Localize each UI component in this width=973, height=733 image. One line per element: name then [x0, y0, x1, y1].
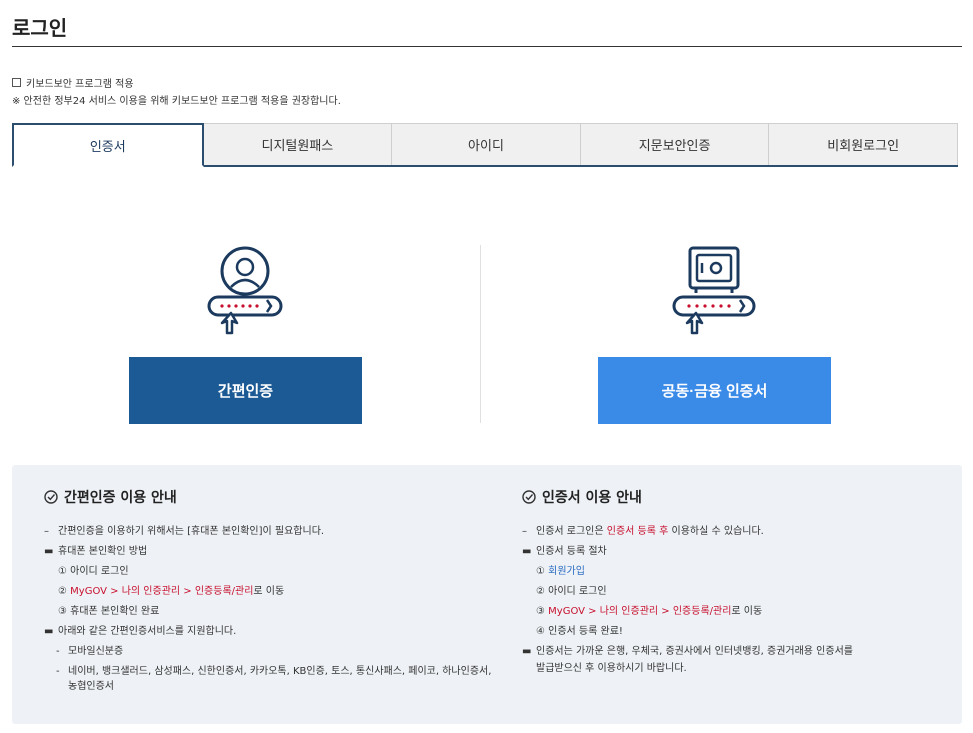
signup-link[interactable]: 회원가입 [548, 566, 585, 577]
guide-cert-line1: – 인증서 로그인은 인증서 등록 후 이용하실 수 있습니다. [522, 526, 764, 537]
guide-cert-line3: ▬ 인증서는 가까운 은행, 우체국, 증권사에서 인터넷뱅킹, 증권거래용 인증… [522, 646, 853, 657]
guide-simple-line3: ▬ 아래와 같은 간편인증서비스를 지원합니다. [44, 626, 237, 637]
mygov-cert-link[interactable]: MyGOV > 나의 인증관리 > 인증등록/관리 [70, 586, 253, 597]
guide-panel: 간편인증 이용 안내 – 간편인증을 이용하기 위해서는 [휴대폰 본인확인]이 … [12, 465, 962, 724]
keyboard-security-notice: ※ 안전한 정부24 서비스 이용을 위해 키보드보안 프로그램 적용을 권장합… [12, 96, 341, 107]
guide-simple-step2: ② MyGOV > 나의 인증관리 > 인증등록/관리로 이동 [58, 586, 285, 597]
keyboard-security-label: 키보드보안 프로그램 적용 [26, 79, 134, 90]
title-divider [12, 46, 962, 47]
guide-simple-line1: – 간편인증을 이용하기 위해서는 [휴대폰 본인확인]이 필요합니다. [44, 526, 325, 537]
guide-simple-sub1: - 모바일신분증 [56, 646, 124, 657]
simple-auth-person-icon [207, 246, 283, 335]
guide-cert: 인증서 이용 안내 – 인증서 로그인은 인증서 등록 후 이용하실 수 있습니다… [522, 487, 952, 682]
guide-cert-line3-cont: 발급받으신 후 이용하시기 바랍니다. [536, 663, 687, 674]
guide-simple-step1: ① 아이디 로그인 [58, 566, 129, 577]
guide-cert-heading: 인증서 이용 안내 [522, 487, 952, 507]
tab-certificate[interactable]: 인증서 [12, 123, 204, 167]
guide-cert-step2: ② 아이디 로그인 [536, 586, 607, 597]
guide-simple-title: 간편인증 이용 안내 [64, 490, 177, 506]
guide-simple-heading: 간편인증 이용 안내 [44, 487, 504, 507]
guide-cert-step1: ① 회원가입 [536, 566, 585, 577]
guide-cert-step3: ③ MyGOV > 나의 인증관리 > 인증등록/관리로 이동 [536, 606, 763, 617]
tab-non-member[interactable]: 비회원로그인 [768, 123, 958, 165]
guide-simple-line2: ▬ 휴대폰 본인확인 방법 [44, 546, 148, 557]
guide-cert-title: 인증서 이용 안내 [542, 490, 642, 506]
check-circle-icon [522, 490, 536, 504]
certificate-safe-icon [672, 246, 756, 335]
guide-simple-sub2: - 네이버, 뱅크샐러드, 삼성패스, 신한인증서, 카카오톡, KB인증, 토스… [56, 666, 492, 677]
page-title: 로그인 [12, 16, 68, 40]
guide-simple-sub2-cont: 농협인증서 [68, 681, 114, 692]
tab-id[interactable]: 아이디 [391, 123, 581, 165]
guide-cert-step4: ④ 인증서 등록 완료! [536, 626, 623, 637]
methods-divider [480, 245, 481, 423]
login-tabs: 인증서 디지털원패스 아이디 지문보안인증 비회원로그인 [12, 123, 958, 167]
mygov-cert-link[interactable]: MyGOV > 나의 인증관리 > 인증등록/관리 [548, 606, 731, 617]
guide-simple: 간편인증 이용 안내 – 간편인증을 이용하기 위해서는 [휴대폰 본인확인]이 … [44, 487, 504, 700]
check-circle-icon [44, 490, 58, 504]
certificate-auth-button[interactable]: 공동·금융 인증서 [598, 357, 831, 424]
guide-cert-line2: ▬ 인증서 등록 절차 [522, 546, 607, 557]
keyboard-security-option[interactable]: 키보드보안 프로그램 적용 [12, 75, 134, 90]
simple-auth-button[interactable]: 간편인증 [129, 357, 362, 424]
guide-simple-step3: ③ 휴대폰 본인확인 완료 [58, 606, 160, 617]
tab-digital-onepass[interactable]: 디지털원패스 [202, 123, 393, 165]
tab-fingerprint[interactable]: 지문보안인증 [579, 123, 770, 165]
keyboard-security-checkbox[interactable] [12, 78, 21, 87]
